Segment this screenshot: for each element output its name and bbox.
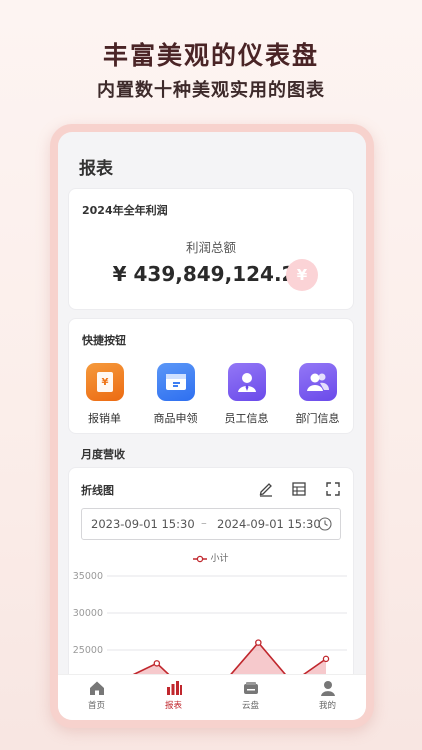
- edit-icon[interactable]: [257, 480, 275, 498]
- legend-line-marker: [193, 555, 208, 562]
- tab-label: 首页: [87, 701, 105, 711]
- y-tick-label: 35000: [73, 571, 103, 582]
- tab-me[interactable]: 我的: [289, 675, 366, 720]
- app-screen: 报表 2024年全年利润 利润总额 ¥ 439,849,124.23 ¥ 快捷按…: [58, 132, 366, 720]
- table-icon[interactable]: [290, 480, 308, 498]
- tab-label: 我的: [318, 701, 336, 711]
- quick-buttons-header: 快捷按钮: [82, 334, 126, 347]
- quick-buttons-card: 快捷按钮 ¥ 报销单 商品申领 员工信息 部门信息: [68, 318, 354, 434]
- home-icon: [89, 681, 104, 695]
- data-point[interactable]: [153, 660, 161, 667]
- employee-icon: [227, 363, 266, 401]
- chart-legend[interactable]: 小计: [69, 551, 353, 564]
- profit-card-header: 2024年全年利润: [82, 204, 168, 217]
- promo-title: 丰富美观的仪表盘: [102, 41, 319, 70]
- bottom-tab-bar: 首页 报表 云盘 我的: [58, 674, 366, 720]
- quick-button-goods[interactable]: 商品申领: [140, 363, 211, 426]
- quick-button-label: 部门信息: [295, 412, 340, 425]
- y-tick-label: 30000: [73, 608, 103, 619]
- tab-home[interactable]: 首页: [58, 675, 135, 720]
- quick-button-label: 报销单: [88, 412, 121, 425]
- profit-label: 利润总额: [185, 240, 236, 255]
- svg-text:¥: ¥: [101, 377, 108, 388]
- date-end[interactable]: 2024-09-01 15:30: [217, 517, 321, 531]
- department-icon: [298, 363, 337, 401]
- line-chart-card: 折线图 2023-09-01 15:30 – 2024-09-01 15:30 …: [68, 467, 354, 698]
- receipt-yen-icon: ¥: [85, 363, 124, 401]
- date-range-picker[interactable]: 2023-09-01 15:30 – 2024-09-01 15:30: [81, 508, 341, 540]
- data-point[interactable]: [255, 639, 262, 646]
- quick-button-label: 商品申领: [153, 412, 198, 425]
- goods-box-icon: [156, 363, 195, 401]
- date-separator: –: [201, 516, 207, 530]
- legend-label: 小计: [210, 554, 229, 564]
- y-tick-label: 25000: [73, 645, 103, 656]
- cloud-disk-icon: [243, 682, 258, 694]
- tab-report[interactable]: 报表: [135, 675, 212, 720]
- monthly-revenue-label: 月度营收: [81, 448, 125, 461]
- bar-chart-icon: [166, 681, 182, 695]
- clock-icon: [318, 517, 332, 531]
- tab-label: 报表: [164, 701, 182, 711]
- page-title: 报表: [79, 159, 113, 179]
- tab-cloud[interactable]: 云盘: [212, 675, 289, 720]
- date-start[interactable]: 2023-09-01 15:30: [91, 517, 195, 531]
- quick-button-department[interactable]: 部门信息: [282, 363, 353, 426]
- profit-card: 2024年全年利润 利润总额 ¥ 439,849,124.23 ¥: [68, 188, 354, 310]
- chart-title: 折线图: [81, 484, 114, 497]
- promo-subtitle: 内置数十种美观实用的图表: [97, 80, 325, 101]
- quick-button-label: 员工信息: [224, 412, 269, 425]
- user-icon: [320, 681, 335, 696]
- data-point[interactable]: [322, 655, 330, 663]
- quick-button-expense[interactable]: ¥ 报销单: [69, 363, 140, 426]
- phone-frame: 报表 2024年全年利润 利润总额 ¥ 439,849,124.23 ¥ 快捷按…: [50, 124, 374, 728]
- quick-button-employee[interactable]: 员工信息: [211, 363, 282, 426]
- yen-badge-icon: ¥: [286, 259, 318, 291]
- tab-label: 云盘: [241, 701, 259, 711]
- fullscreen-icon[interactable]: [324, 480, 342, 498]
